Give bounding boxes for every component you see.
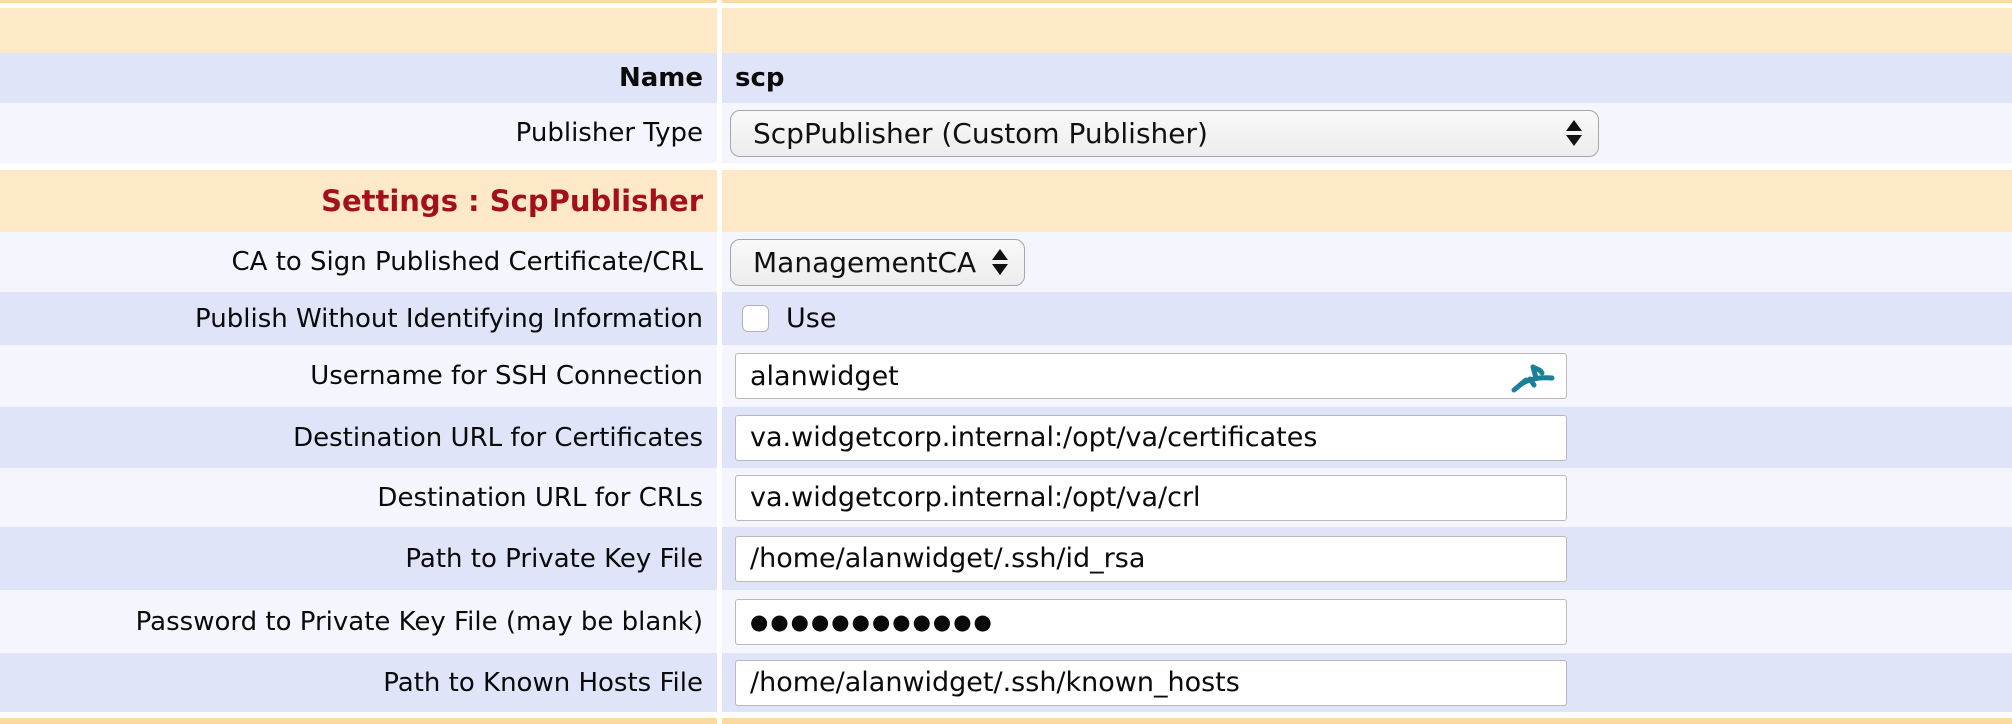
section-spacer (0, 163, 2012, 170)
publisher-edit-form: Name scp Publisher Type ScpPublisher (Cu… (0, 0, 2012, 724)
settings-section-title: Settings : ScpPublisher (321, 184, 703, 218)
cert-url-label: Destination URL for Certificates (293, 423, 703, 453)
password-label: Password to Private Key File (may be bla… (136, 607, 703, 637)
publisher-type-label: Publisher Type (516, 118, 703, 148)
crl-url-input[interactable] (735, 475, 1567, 521)
known-hosts-row: Path to Known Hosts File (0, 653, 2012, 712)
select-updown-arrows-icon (1548, 120, 1582, 146)
known-hosts-label: Path to Known Hosts File (383, 668, 703, 698)
password-row: Password to Private Key File (may be bla… (0, 590, 2012, 653)
publisher-type-row: Publisher Type ScpPublisher (Custom Publ… (0, 103, 2012, 163)
known-hosts-input[interactable] (735, 660, 1567, 706)
anonymize-row: Publish Without Identifying Information … (0, 292, 2012, 345)
name-value: scp (735, 63, 785, 93)
username-label: Username for SSH Connection (310, 361, 703, 391)
cert-url-row: Destination URL for Certificates (0, 407, 2012, 468)
publisher-type-select[interactable]: ScpPublisher (Custom Publisher) (730, 110, 1599, 157)
ca-select[interactable]: ManagementCA (730, 239, 1025, 286)
settings-header-row: Settings : ScpPublisher (0, 170, 2012, 232)
use-checkbox-label: Use (786, 303, 836, 334)
private-key-label: Path to Private Key File (405, 544, 703, 574)
name-row: Name scp (0, 53, 2012, 103)
bottom-edge-row (0, 718, 2012, 724)
name-label: Name (619, 63, 703, 93)
ca-selected-option: ManagementCA (753, 246, 976, 279)
header-row-empty (0, 8, 2012, 53)
crl-url-row: Destination URL for CRLs (0, 468, 2012, 527)
crl-url-label: Destination URL for CRLs (377, 483, 703, 513)
private-key-row: Path to Private Key File (0, 527, 2012, 590)
use-checkbox[interactable] (742, 305, 769, 332)
ca-row: CA to Sign Published Certificate/CRL Man… (0, 232, 2012, 292)
top-edge-row (0, 0, 2012, 3)
publisher-type-selected-option: ScpPublisher (Custom Publisher) (753, 117, 1208, 150)
ca-label: CA to Sign Published Certificate/CRL (231, 247, 703, 277)
cert-url-input[interactable] (735, 415, 1567, 461)
username-input[interactable] (735, 353, 1567, 399)
password-input[interactable] (735, 599, 1567, 645)
dashlane-password-manager-icon[interactable] (1509, 357, 1555, 395)
select-updown-arrows-icon (976, 249, 1008, 275)
username-row: Username for SSH Connection (0, 345, 2012, 407)
anonymize-label: Publish Without Identifying Information (195, 304, 703, 334)
private-key-input[interactable] (735, 536, 1567, 582)
